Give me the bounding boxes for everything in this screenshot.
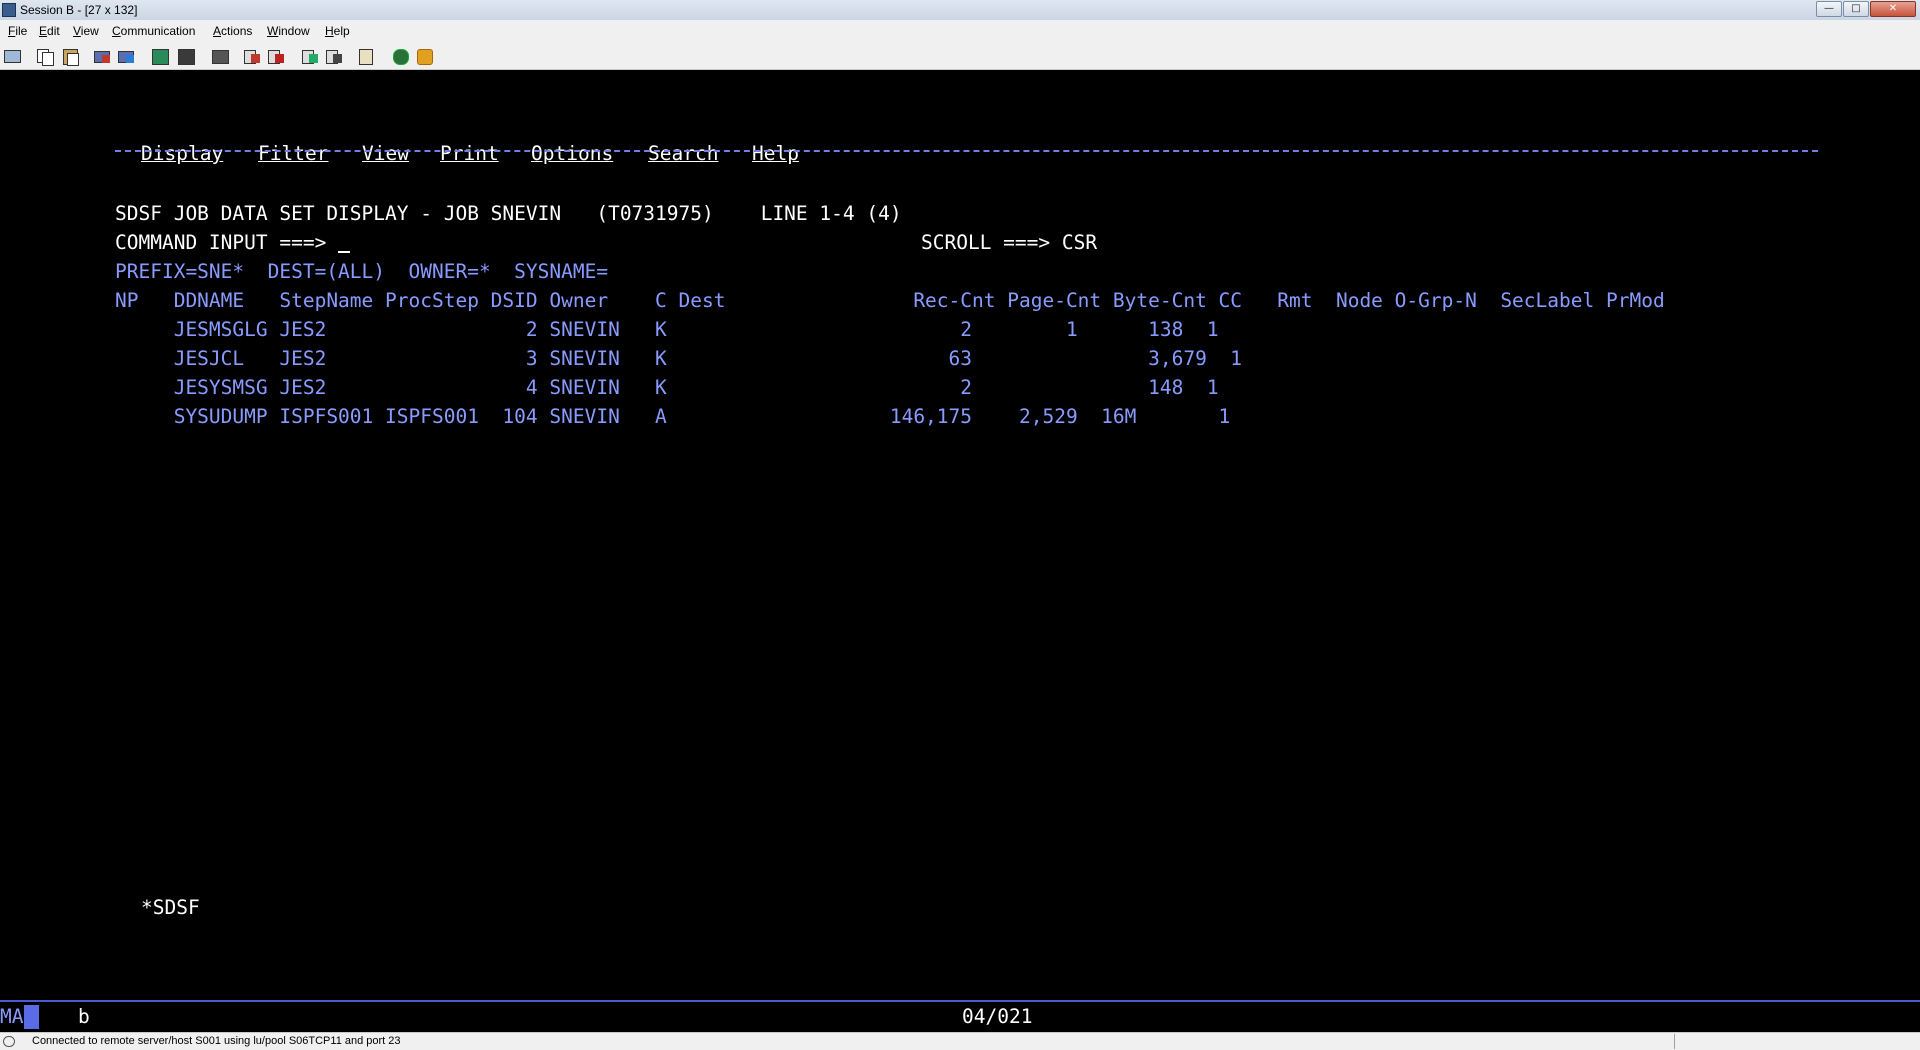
column-header-row: NP DDNAME StepName ProcStep DSID Owner C… <box>115 289 1665 312</box>
command-line: COMMAND INPUT ===> <box>115 228 351 257</box>
settings-icon[interactable] <box>356 47 376 65</box>
connection-icon <box>3 1036 15 1047</box>
menu-communication[interactable]: Communication <box>112 24 195 38</box>
oia-indicator-block <box>24 1005 39 1029</box>
action-print[interactable]: Print <box>440 142 499 165</box>
keypad-icon[interactable] <box>176 47 196 65</box>
menu-help[interactable]: Help <box>325 24 350 38</box>
table-row[interactable]: SYSUDUMP ISPFS001 ISPFS001 104 SNEVIN A … <box>115 402 1231 431</box>
title-bar: Session B - [27 x 132] — □ ✕ <box>0 0 1920 20</box>
toolbar <box>0 42 1920 70</box>
record-macro-icon[interactable] <box>242 47 262 65</box>
window-title: Session B - [27 x 132] <box>20 3 138 17</box>
command-input-label: COMMAND INPUT ===> <box>115 231 339 254</box>
oia-indicator: MA <box>0 1005 24 1028</box>
receive-icon[interactable] <box>116 47 136 65</box>
sdsf-footer-tag: *SDSF <box>141 896 200 919</box>
menu-edit[interactable]: Edit <box>39 24 60 38</box>
display-icon[interactable] <box>150 47 170 65</box>
operator-info-area: MA b 04/021 <box>0 1002 1920 1032</box>
table-row[interactable]: JESYSMSG JES2 4 SNEVIN K 2 148 1 <box>115 373 1219 402</box>
action-bar-divider <box>115 150 1818 152</box>
action-search[interactable]: Search <box>648 142 718 165</box>
stop-macro-icon[interactable] <box>266 47 286 65</box>
help-icon[interactable] <box>414 47 434 65</box>
session-icon <box>2 3 16 17</box>
menu-bar: File Edit View Communication Actions Win… <box>0 20 1920 42</box>
menu-actions[interactable]: Actions <box>213 24 252 38</box>
command-input-field[interactable] <box>338 251 351 253</box>
oia-mode: b <box>78 1005 90 1028</box>
minimize-button[interactable]: — <box>1816 1 1842 17</box>
action-view[interactable]: View <box>362 142 409 165</box>
terminal-screen[interactable]: Display Filter View Print Options Search… <box>0 70 1920 1000</box>
status-separator <box>1674 1034 1675 1049</box>
action-display[interactable]: Display <box>141 142 223 165</box>
copy-icon[interactable] <box>34 47 54 66</box>
close-button[interactable]: ✕ <box>1870 1 1916 17</box>
table-row[interactable]: JESJCL JES2 3 SNEVIN K 63 3,679 1 <box>115 344 1242 373</box>
filter-line: PREFIX=SNE* DEST=(ALL) OWNER=* SYSNAME= <box>115 260 609 283</box>
action-help[interactable]: Help <box>752 142 799 165</box>
menu-file[interactable]: File <box>8 24 27 38</box>
action-filter[interactable]: Filter <box>258 142 328 165</box>
panel-title-line: SDSF JOB DATA SET DISPLAY - JOB SNEVIN (… <box>115 202 902 225</box>
menu-window[interactable]: Window <box>267 24 310 38</box>
macro-icon[interactable] <box>210 47 230 65</box>
paste-icon[interactable] <box>60 47 80 66</box>
table-row[interactable]: JESMSGLG JES2 2 SNEVIN K 2 1 138 1 <box>115 315 1219 344</box>
scroll-field[interactable]: SCROLL ===> CSR <box>921 228 1097 257</box>
cursor-position: 04/021 <box>962 1005 1033 1028</box>
play-macro-icon[interactable] <box>300 47 320 65</box>
globe-icon[interactable] <box>390 47 410 65</box>
status-bar: Connected to remote server/host S001 usi… <box>0 1032 1920 1050</box>
transfer-icon[interactable] <box>324 47 344 65</box>
action-options[interactable]: Options <box>531 142 613 165</box>
connection-status: Connected to remote server/host S001 usi… <box>32 1035 401 1047</box>
send-icon[interactable] <box>92 47 112 65</box>
print-screen-icon[interactable] <box>2 47 22 65</box>
maximize-button[interactable]: □ <box>1843 1 1869 17</box>
menu-view[interactable]: View <box>73 24 99 38</box>
